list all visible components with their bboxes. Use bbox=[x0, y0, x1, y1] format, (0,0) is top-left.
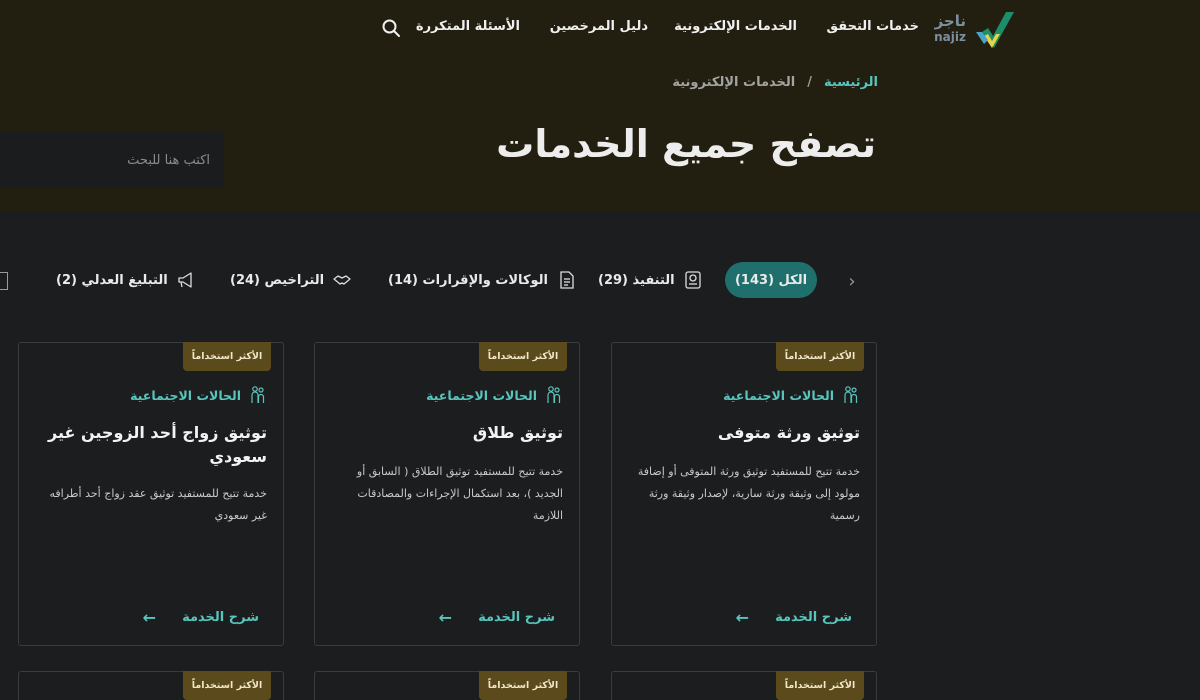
tabs-chevron-left-icon[interactable]: ‹ bbox=[845, 272, 859, 292]
tab-all-label: الكل (143) bbox=[734, 272, 808, 288]
card-category-label: الحالات الاجتماعية bbox=[426, 387, 537, 403]
card-category: الحالات الاجتماعية bbox=[130, 385, 267, 405]
document-badge-icon bbox=[684, 271, 701, 289]
card-description: خدمة تتيح للمستفيد توثيق ورثة المتوفى أو… bbox=[637, 465, 860, 522]
service-details-label: شرح الخدمة bbox=[182, 610, 259, 625]
breadcrumb-home[interactable]: الرئيسية bbox=[824, 75, 878, 90]
arrow-left-icon: ← bbox=[142, 608, 157, 627]
top-navigation: ناجز najiz خدمات التحقق الخدمات الإلكترو… bbox=[0, 0, 1200, 56]
tab-overflow-icon[interactable] bbox=[0, 272, 8, 290]
tab-execution-label: التنفيذ (29) bbox=[598, 272, 675, 288]
service-details-label: شرح الخدمة bbox=[478, 610, 555, 625]
nav-verification-services[interactable]: خدمات التحقق bbox=[827, 19, 920, 34]
most-used-badge: الأكثر استخداماً bbox=[479, 671, 567, 700]
tab-licenses[interactable]: التراخيص (24) bbox=[230, 262, 352, 298]
most-used-badge: الأكثر استخداماً bbox=[776, 671, 864, 700]
search-icon[interactable] bbox=[381, 18, 401, 38]
tab-agencies[interactable]: الوكالات والإقرارات (14) bbox=[388, 262, 576, 298]
card-title: توثيق ورثة متوفى bbox=[717, 423, 860, 442]
card-title: توثيق طلاق bbox=[472, 423, 563, 442]
most-used-badge: الأكثر استخداماً bbox=[183, 342, 271, 371]
search-input[interactable] bbox=[0, 132, 224, 188]
logo-english-text: najiz bbox=[934, 30, 966, 44]
search-field bbox=[0, 132, 224, 188]
service-card-partial[interactable]: الأكثر استخداماً bbox=[18, 671, 284, 700]
most-used-badge: الأكثر استخداماً bbox=[776, 342, 864, 371]
document-list-icon bbox=[560, 271, 574, 289]
card-category: الحالات الاجتماعية bbox=[723, 385, 860, 405]
megaphone-icon bbox=[178, 272, 192, 288]
card-category-label: الحالات الاجتماعية bbox=[130, 387, 241, 403]
service-details-label: شرح الخدمة bbox=[775, 610, 852, 625]
service-card-partial[interactable]: الأكثر استخداماً bbox=[314, 671, 580, 700]
logo-arabic-text: ناجز bbox=[934, 12, 966, 30]
tab-agencies-label: الوكالات والإقرارات (14) bbox=[388, 272, 548, 288]
arrow-left-icon: ← bbox=[735, 608, 750, 627]
service-details-link[interactable]: شرح الخدمة ← bbox=[439, 608, 555, 627]
family-icon bbox=[251, 386, 265, 403]
family-icon bbox=[547, 386, 561, 403]
breadcrumb-separator: / bbox=[807, 75, 812, 90]
category-tabs: ‹ الكل (143) التنفيذ (29) الوكالات والإق… bbox=[0, 262, 1200, 302]
family-icon bbox=[844, 386, 858, 403]
handshake-icon bbox=[333, 275, 351, 285]
arrow-left-icon: ← bbox=[438, 608, 453, 627]
nav-licensees-guide[interactable]: دليل المرخصين bbox=[550, 19, 648, 34]
service-details-link[interactable]: شرح الخدمة ← bbox=[143, 608, 259, 627]
card-description: خدمة تتيح للمستفيد توثيق الطلاق ( السابق… bbox=[356, 465, 563, 522]
most-used-badge: الأكثر استخداماً bbox=[183, 671, 271, 700]
tab-all[interactable]: الكل (143) bbox=[725, 262, 817, 298]
card-category: الحالات الاجتماعية bbox=[426, 385, 563, 405]
tab-licenses-label: التراخيص (24) bbox=[230, 272, 325, 288]
service-details-link[interactable]: شرح الخدمة ← bbox=[736, 608, 852, 627]
service-card[interactable]: الأكثر استخداماً الحالات الاجتماعية توثي… bbox=[314, 342, 580, 646]
tab-execution[interactable]: التنفيذ (29) bbox=[598, 262, 703, 298]
most-used-badge: الأكثر استخداماً bbox=[479, 342, 567, 371]
breadcrumb: الرئيسية / الخدمات الإلكترونية bbox=[672, 75, 878, 90]
service-card-partial[interactable]: الأكثر استخداماً bbox=[611, 671, 877, 700]
page-title: تصفح جميع الخدمات bbox=[496, 122, 876, 166]
card-category-label: الحالات الاجتماعية bbox=[723, 387, 834, 403]
tab-judicial-notification[interactable]: التبليغ العدلي (2) bbox=[56, 262, 196, 298]
nav-faq[interactable]: الأسئلة المتكررة bbox=[416, 19, 520, 34]
tab-judicial-notification-label: التبليغ العدلي (2) bbox=[56, 272, 168, 288]
service-card[interactable]: الأكثر استخداماً الحالات الاجتماعية توثي… bbox=[18, 342, 284, 646]
nav-electronic-services[interactable]: الخدمات الإلكترونية bbox=[674, 19, 797, 34]
card-description: خدمة تتيح للمستفيد توثيق عقد زواج أحد أط… bbox=[49, 487, 268, 522]
card-title: توثيق زواج أحد الزوجين غير سعودي bbox=[48, 423, 267, 466]
najiz-logo-mark-icon bbox=[976, 12, 1014, 48]
breadcrumb-current: الخدمات الإلكترونية bbox=[672, 75, 796, 90]
service-card[interactable]: الأكثر استخداماً الحالات الاجتماعية توثي… bbox=[611, 342, 877, 646]
najiz-logo[interactable]: ناجز najiz bbox=[932, 6, 1018, 54]
